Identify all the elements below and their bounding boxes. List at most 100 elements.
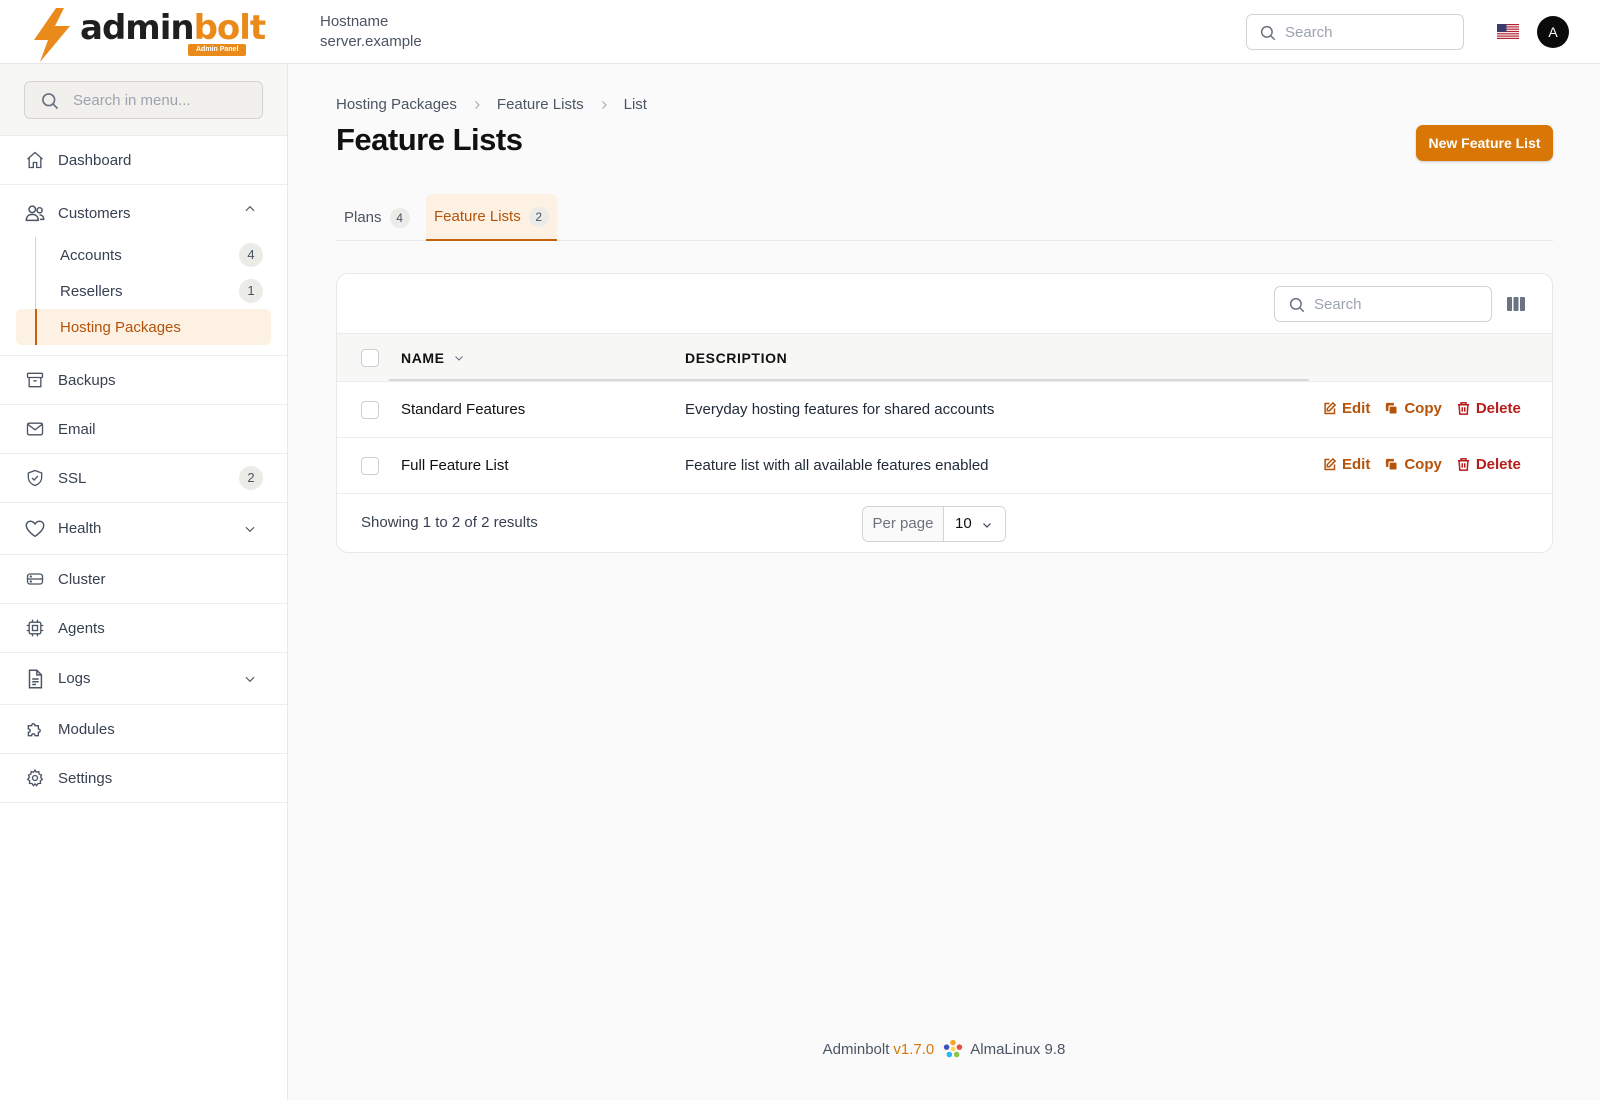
cpu-icon [24, 617, 46, 639]
hostname-value: server.example [320, 33, 422, 50]
sort-chevron-down-icon[interactable] [453, 352, 465, 364]
gear-icon [24, 767, 46, 789]
columns-toggle-icon[interactable] [1505, 294, 1527, 314]
delete-button[interactable]: Delete [1456, 400, 1521, 417]
chevron-right-icon [475, 100, 480, 109]
sidebar-item-settings[interactable]: Settings [0, 754, 287, 803]
trash-icon [1457, 458, 1469, 471]
table-footer: Showing 1 to 2 of 2 results Per page 10 [337, 495, 1552, 552]
sidebar-item-agents[interactable]: Agents [0, 604, 287, 653]
breadcrumb-item: List [623, 96, 647, 113]
header-divider [389, 379, 1309, 381]
sidebar-item-label: Health [58, 520, 102, 537]
mail-icon [24, 418, 46, 440]
per-page-value[interactable]: 10 [944, 507, 1005, 541]
global-search-input[interactable] [1285, 15, 1455, 49]
sidebar-search-area [0, 64, 287, 136]
edit-button[interactable]: Edit [1322, 400, 1370, 417]
page-title: Feature Lists [336, 122, 523, 157]
table-search[interactable] [1274, 286, 1492, 322]
shield-check-icon [24, 467, 46, 489]
sidebar-item-label: Resellers [60, 282, 123, 300]
chevron-up-icon[interactable] [243, 202, 257, 216]
column-header-label: NAME [401, 350, 445, 366]
per-page-label: Per page [863, 507, 944, 541]
sidebar-item-label: Agents [58, 619, 105, 637]
breadcrumb-item[interactable]: Hosting Packages [336, 96, 457, 113]
sidebar-search[interactable] [24, 81, 263, 119]
heart-icon [24, 518, 46, 540]
table-search-input[interactable] [1314, 287, 1484, 321]
sidebar-item-email[interactable]: Email [0, 405, 287, 454]
count-badge: 4 [239, 243, 263, 267]
column-header-name[interactable]: NAME [401, 350, 465, 366]
copy-button[interactable]: Copy [1384, 400, 1442, 417]
cell-name: Full Feature List [401, 457, 509, 474]
sidebar-search-input[interactable] [73, 82, 253, 118]
sidebar-item-hosting-packages[interactable]: Hosting Packages [16, 309, 271, 345]
cell-description: Everyday hosting features for shared acc… [685, 401, 995, 418]
count-badge: 4 [389, 207, 410, 228]
column-header-label: DESCRIPTION [685, 350, 788, 366]
sidebar-item-resellers[interactable]: Resellers 1 [16, 273, 271, 309]
new-feature-list-button[interactable]: New Feature List [1416, 125, 1553, 161]
sidebar-item-modules[interactable]: Modules [0, 705, 287, 754]
delete-button[interactable]: Delete [1456, 456, 1521, 473]
footer-version[interactable]: v1.7.0 [893, 1041, 934, 1058]
nav-rail [35, 273, 36, 309]
breadcrumb-item[interactable]: Feature Lists [497, 96, 584, 113]
sidebar-item-backups[interactable]: Backups [0, 356, 287, 405]
sidebar-item-cluster[interactable]: Cluster [0, 555, 287, 604]
top-bar: adminbolt Admin Panel Hostname server.ex… [0, 0, 1600, 64]
sidebar-item-ssl[interactable]: SSL 2 [0, 454, 287, 503]
chevron-down-icon[interactable] [243, 522, 257, 536]
users-icon [24, 202, 46, 224]
sidebar: Dashboard Customers Accounts 4 Resellers… [0, 64, 288, 1100]
table-row[interactable]: Full Feature List Feature list with all … [337, 438, 1552, 494]
edit-button[interactable]: Edit [1322, 456, 1370, 473]
adminbolt-logo[interactable]: adminbolt Admin Panel [30, 6, 266, 62]
sidebar-item-accounts[interactable]: Accounts 4 [16, 237, 271, 273]
search-icon [1260, 25, 1276, 41]
tab-feature-lists[interactable]: Feature Lists 2 [426, 194, 557, 241]
sidebar-item-label: Logs [58, 670, 91, 687]
logo-badge: Admin Panel [188, 44, 247, 56]
sidebar-item-label: Cluster [58, 570, 106, 588]
us-flag-icon[interactable] [1497, 24, 1519, 39]
tab-label: Feature Lists [434, 208, 521, 225]
cell-name: Standard Features [401, 401, 526, 418]
row-checkbox[interactable] [361, 457, 379, 475]
row-checkbox[interactable] [361, 401, 379, 419]
results-summary: Showing 1 to 2 of 2 results [361, 514, 538, 531]
search-icon [1289, 297, 1305, 313]
tabs: Plans 4 Feature Lists 2 [336, 194, 1553, 241]
sidebar-item-label: Email [58, 420, 96, 438]
sidebar-item-label: Customers [58, 204, 131, 222]
almalinux-logo-icon [944, 1039, 963, 1058]
avatar[interactable]: A [1537, 16, 1569, 48]
edit-icon [1324, 401, 1337, 415]
row-actions: Edit Copy Delete [1322, 400, 1535, 417]
delete-label: Delete [1475, 400, 1521, 417]
count-badge: 2 [239, 466, 263, 490]
tab-plans[interactable]: Plans 4 [336, 194, 418, 241]
copy-icon [1386, 402, 1399, 415]
main-content: Hosting Packages Feature Lists List Feat… [288, 64, 1600, 1100]
copy-button[interactable]: Copy [1384, 456, 1442, 473]
per-page-select[interactable]: Per page 10 [862, 506, 1006, 542]
row-actions: Edit Copy Delete [1322, 456, 1535, 473]
sidebar-item-dashboard[interactable]: Dashboard [0, 136, 287, 185]
sidebar-item-health[interactable]: Health [0, 503, 287, 555]
hostname-label: Hostname [320, 13, 389, 30]
table-row[interactable]: Standard Features Everyday hosting featu… [337, 382, 1552, 438]
global-search[interactable] [1246, 14, 1464, 50]
sidebar-item-logs[interactable]: Logs [0, 653, 287, 705]
sidebar-item-customers[interactable]: Customers [0, 185, 287, 237]
cell-description: Feature list with all available features… [685, 457, 989, 474]
select-all-checkbox[interactable] [361, 349, 379, 367]
logo-wordmark: adminbolt [80, 8, 266, 48]
breadcrumb: Hosting Packages Feature Lists List [336, 96, 647, 113]
edit-label: Edit [1342, 456, 1371, 473]
bolt-logo-icon [34, 8, 70, 62]
chevron-down-icon[interactable] [243, 672, 257, 686]
